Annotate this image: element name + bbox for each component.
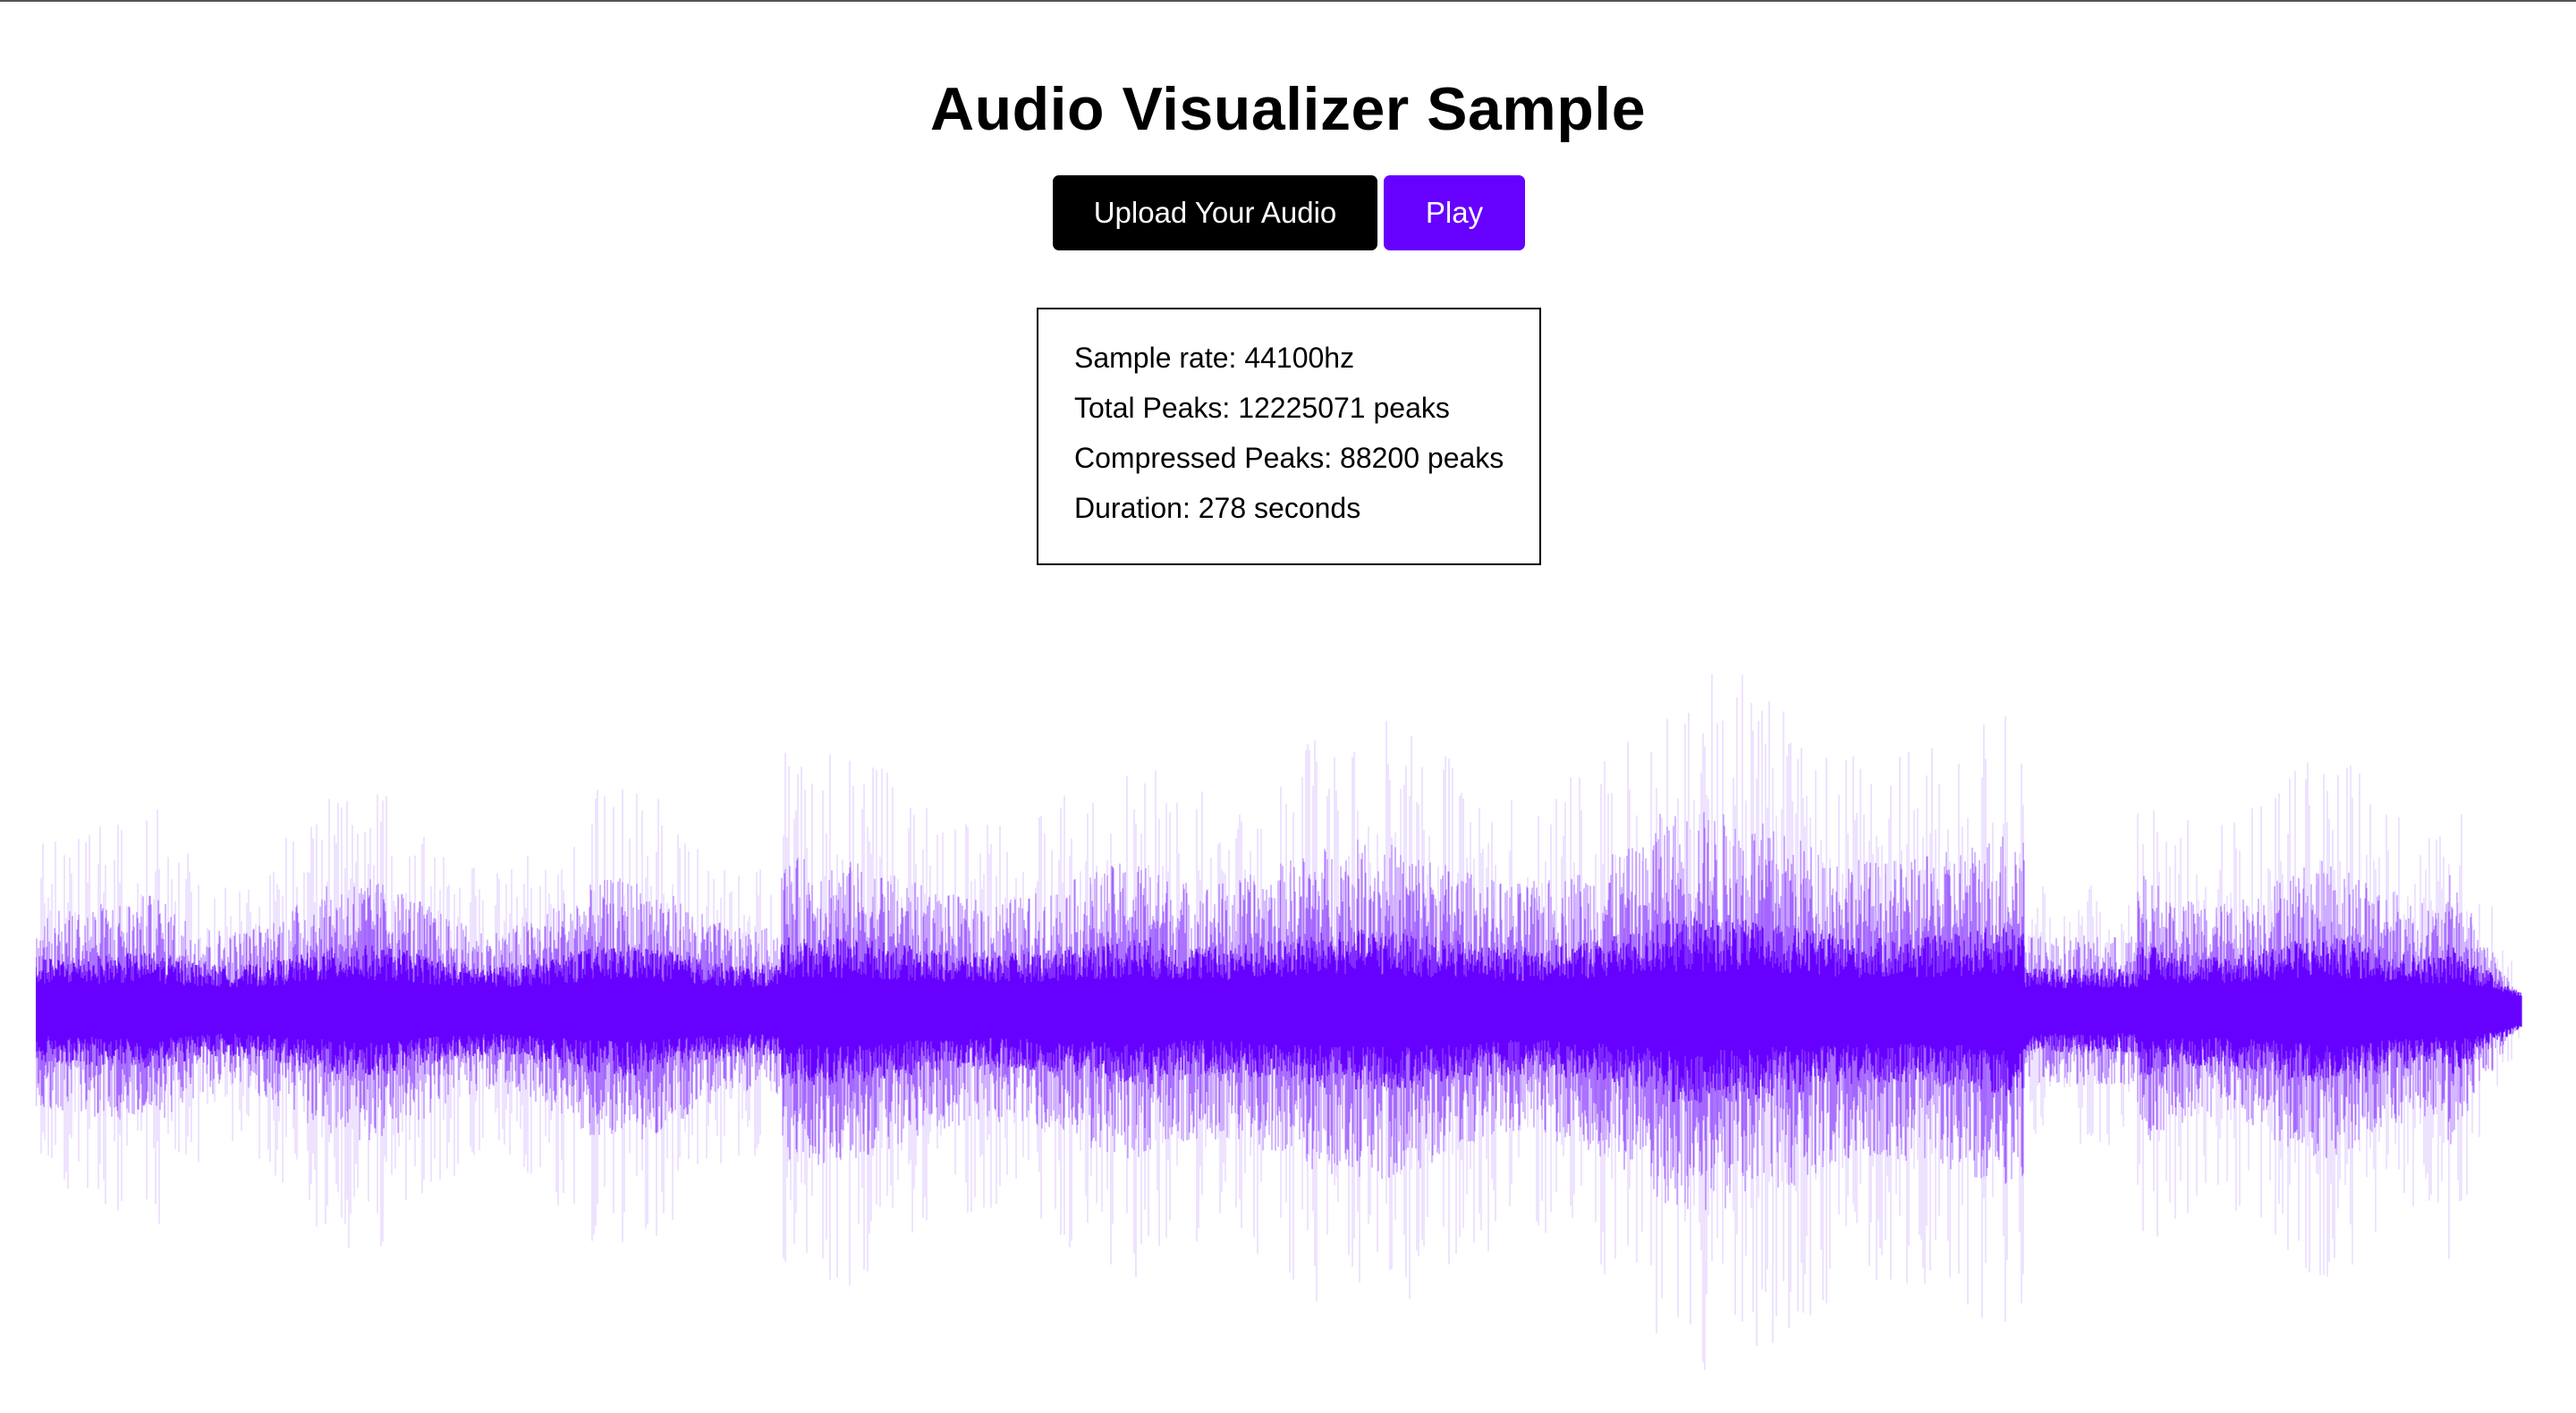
- waveform-svg: [36, 674, 2522, 1370]
- play-button[interactable]: Play: [1384, 175, 1525, 250]
- compressed-peaks-text: Compressed Peaks: 88200 peaks: [1074, 442, 1504, 474]
- audio-info-panel: Sample rate: 44100hz Total Peaks: 122250…: [1037, 308, 1541, 565]
- upload-audio-button[interactable]: Upload Your Audio: [1053, 175, 1377, 250]
- sample-rate-text: Sample rate: 44100hz: [1074, 342, 1355, 374]
- page-title: Audio Visualizer Sample: [929, 75, 1647, 143]
- duration-text: Duration: 278 seconds: [1074, 492, 1361, 524]
- waveform-canvas[interactable]: [36, 644, 2522, 1377]
- total-peaks-text: Total Peaks: 12225071 peaks: [1074, 392, 1450, 424]
- top-divider: [0, 0, 2576, 2]
